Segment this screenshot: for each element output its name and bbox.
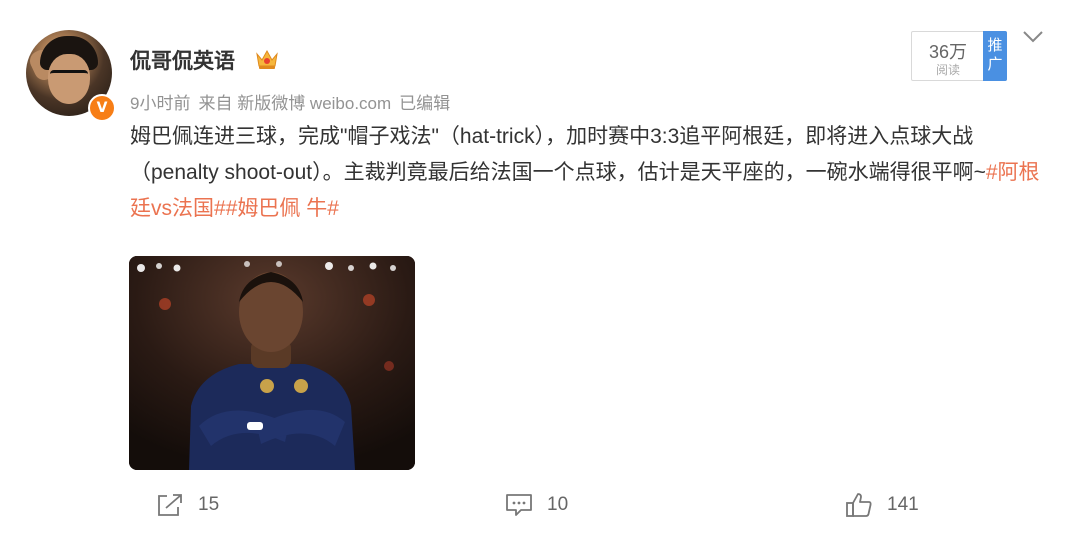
post-time[interactable]: 9小时前 (130, 94, 190, 113)
thumbs-up-icon (846, 493, 872, 517)
read-count-box: 36万 阅读 推广 (911, 31, 1007, 81)
edited-label: 已编辑 (399, 94, 451, 113)
promote-button[interactable]: 推广 (983, 31, 1007, 81)
post-source: 来自 新版微博 weibo.com (198, 94, 392, 113)
comment-icon (506, 494, 532, 516)
post-image[interactable] (129, 256, 415, 470)
chevron-down-icon[interactable] (1022, 30, 1044, 44)
comment-button[interactable]: 10 (505, 490, 568, 520)
read-label: 阅读 (935, 63, 960, 77)
post-body: 姆巴佩连进三球，完成"帽子戏法"（hat-trick），加时赛中3:3追平阿根廷… (130, 125, 986, 184)
crown-icon (256, 49, 278, 69)
forward-count: 15 (198, 494, 220, 515)
hashtag-link[interactable]: #姆巴佩 牛# (226, 197, 339, 220)
like-button[interactable]: 141 (845, 490, 919, 520)
post-meta: 9小时前 来自 新版微博 weibo.com 已编辑 (130, 89, 458, 114)
verified-badge-icon: V (88, 94, 116, 122)
post-text: 姆巴佩连进三球，完成"帽子戏法"（hat-trick），加时赛中3:3追平阿根廷… (130, 119, 1050, 227)
share-icon (158, 494, 182, 516)
username[interactable]: 侃哥侃英语 (130, 45, 235, 75)
like-count: 141 (887, 494, 919, 515)
forward-button[interactable]: 15 (156, 490, 219, 520)
comment-count: 10 (547, 494, 569, 515)
